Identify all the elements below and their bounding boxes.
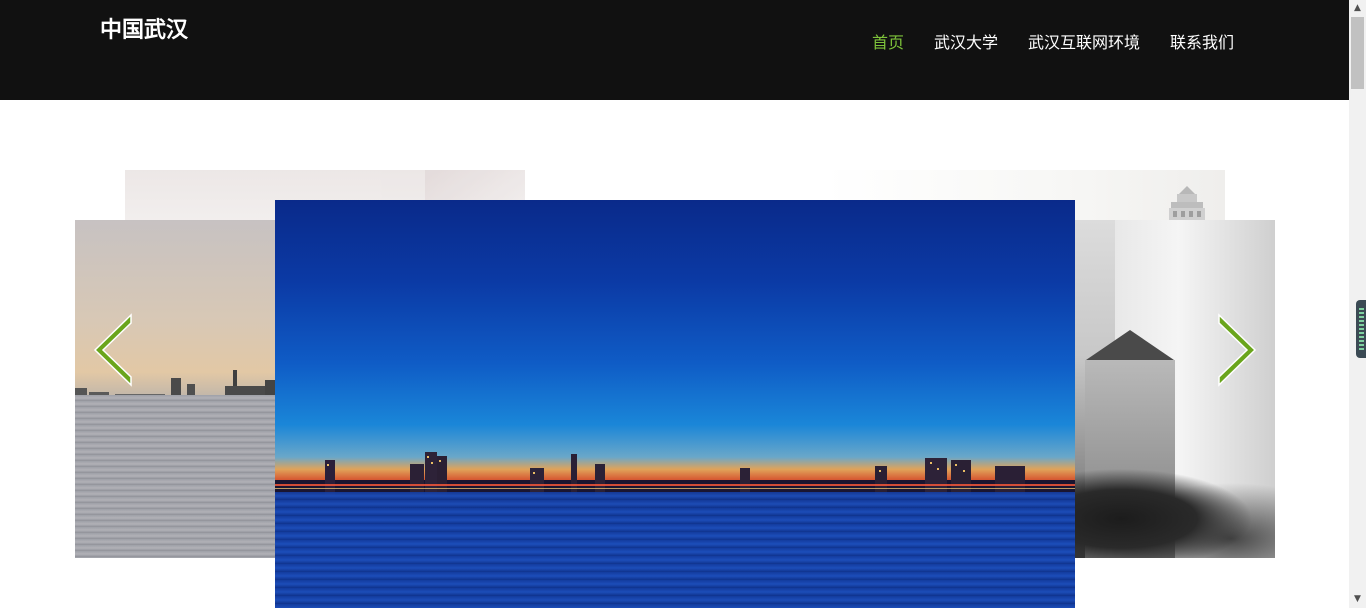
scroll-down-arrow-icon[interactable]: ▼ <box>1349 591 1366 608</box>
city-skyline-image <box>275 452 1075 495</box>
lake-water <box>75 395 295 558</box>
site-logo[interactable]: 中国武汉 <box>100 12 188 44</box>
chevron-left-icon[interactable] <box>93 313 133 387</box>
nav-item-wuhan-university[interactable]: 武汉大学 <box>934 33 998 53</box>
nav-item-contact[interactable]: 联系我们 <box>1170 33 1234 53</box>
site-header: 中国武汉 首页 武汉大学 武汉互联网环境 联系我们 <box>0 0 1349 100</box>
signal-bars-icon <box>1359 308 1364 350</box>
main-nav: 首页 武汉大学 武汉互联网环境 联系我们 <box>872 33 1234 53</box>
carousel-slide-right[interactable] <box>1055 220 1275 558</box>
carousel-slide-left[interactable] <box>75 220 295 558</box>
image-carousel <box>0 100 1349 608</box>
page: 中国武汉 首页 武汉大学 武汉互联网环境 联系我们 ▲ ▼ <box>0 0 1366 608</box>
building-image <box>1169 186 1205 220</box>
chevron-right-icon[interactable] <box>1217 313 1257 387</box>
crowd-image <box>1055 460 1275 558</box>
carousel-slide-main[interactable] <box>275 200 1075 608</box>
scrollbar-thumb[interactable] <box>1351 17 1364 89</box>
river-water <box>275 492 1075 608</box>
side-tool-widget[interactable] <box>1356 300 1366 358</box>
scroll-up-arrow-icon[interactable]: ▲ <box>1349 0 1366 17</box>
nav-item-home[interactable]: 首页 <box>872 33 904 53</box>
nav-item-internet-environment[interactable]: 武汉互联网环境 <box>1028 33 1140 53</box>
